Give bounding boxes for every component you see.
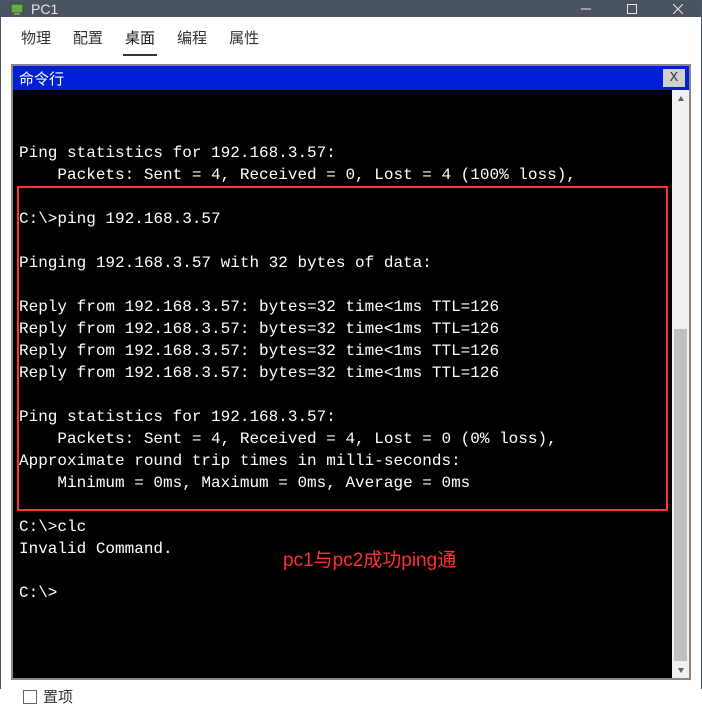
terminal-line <box>19 230 666 252</box>
terminal-line: C:\> <box>19 582 666 604</box>
close-button[interactable] <box>655 1 701 17</box>
terminal-line: Invalid Command. <box>19 538 666 560</box>
terminal-line <box>19 384 666 406</box>
terminal-line: Ping statistics for 192.168.3.57: <box>19 406 666 428</box>
terminal-line <box>19 560 666 582</box>
command-prompt-title: 命令行 <box>19 68 663 89</box>
tab-attributes[interactable]: 属性 <box>227 23 261 56</box>
command-prompt-header: 命令行 X <box>13 66 689 90</box>
scroll-thumb[interactable] <box>674 329 687 661</box>
maximize-button[interactable] <box>609 1 655 17</box>
terminal-line: Ping statistics for 192.168.3.57: <box>19 142 666 164</box>
terminal-line: Packets: Sent = 4, Received = 0, Lost = … <box>19 164 666 186</box>
scroll-track[interactable] <box>672 107 689 661</box>
terminal-line: Packets: Sent = 4, Received = 4, Lost = … <box>19 428 666 450</box>
terminal-line: Reply from 192.168.3.57: bytes=32 time<1… <box>19 296 666 318</box>
terminal-line: Reply from 192.168.3.57: bytes=32 time<1… <box>19 318 666 340</box>
terminal-scroll-area: Ping statistics for 192.168.3.57: Packet… <box>13 90 689 678</box>
app-icon <box>9 1 25 17</box>
command-prompt-close-button[interactable]: X <box>663 69 685 87</box>
titlebar: PC1 <box>1 1 701 17</box>
minimize-button[interactable] <box>563 1 609 17</box>
terminal-line <box>19 186 666 208</box>
tab-physical[interactable]: 物理 <box>19 23 53 56</box>
window-title: PC1 <box>31 1 563 17</box>
app-window: PC1 物理 配置 桌面 编程 属性 命令行 X P <box>0 0 702 689</box>
content-area: 命令行 X Ping statistics for 192.168.3.57: … <box>1 56 701 719</box>
tab-config[interactable]: 配置 <box>71 23 105 56</box>
terminal-line <box>19 274 666 296</box>
command-prompt-window: 命令行 X Ping statistics for 192.168.3.57: … <box>11 64 691 680</box>
terminal-line: Minimum = 0ms, Maximum = 0ms, Average = … <box>19 472 666 494</box>
vertical-scrollbar[interactable] <box>672 90 689 678</box>
top-checkbox[interactable] <box>23 690 37 704</box>
tab-bar: 物理 配置 桌面 编程 属性 <box>1 17 701 56</box>
terminal-line: C:\>clc <box>19 516 666 538</box>
terminal-line: Reply from 192.168.3.57: bytes=32 time<1… <box>19 362 666 384</box>
top-checkbox-label: 置项 <box>43 686 73 707</box>
window-controls <box>563 1 701 17</box>
terminal-line <box>19 494 666 516</box>
tab-desktop[interactable]: 桌面 <box>123 23 157 56</box>
scroll-up-button[interactable] <box>672 90 689 107</box>
tab-programming[interactable]: 编程 <box>175 23 209 56</box>
terminal-line: Reply from 192.168.3.57: bytes=32 time<1… <box>19 340 666 362</box>
terminal-line: Pinging 192.168.3.57 with 32 bytes of da… <box>19 252 666 274</box>
footer: 置项 <box>11 680 691 713</box>
terminal-line: Approximate round trip times in milli-se… <box>19 450 666 472</box>
scroll-down-button[interactable] <box>672 661 689 678</box>
terminal-output[interactable]: Ping statistics for 192.168.3.57: Packet… <box>13 90 672 678</box>
terminal-line: C:\>ping 192.168.3.57 <box>19 208 666 230</box>
